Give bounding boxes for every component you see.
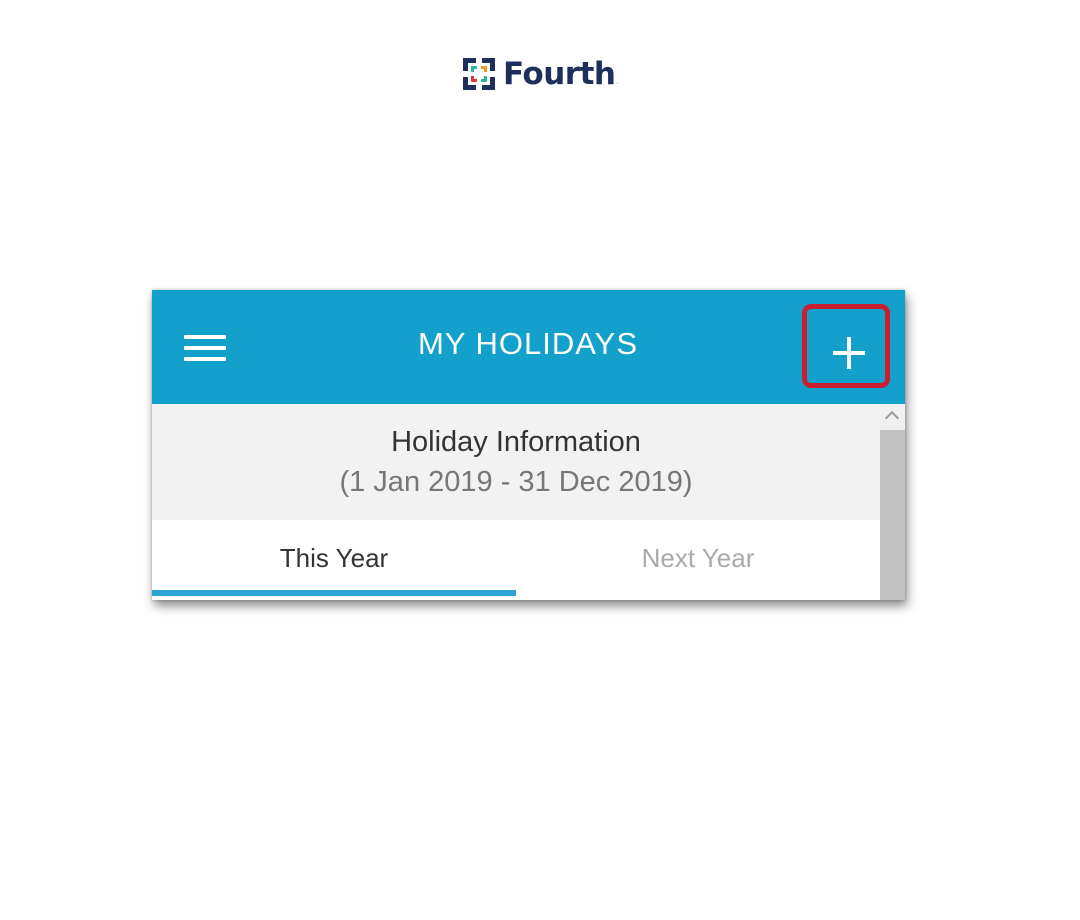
menu-button[interactable] bbox=[182, 330, 228, 364]
tab-label: This Year bbox=[279, 543, 389, 573]
add-holiday-button[interactable] bbox=[824, 328, 874, 378]
tab-this-year[interactable]: This Year bbox=[152, 520, 516, 600]
year-tabs: This Year Next Year bbox=[152, 520, 880, 600]
brand-name: Fourth bbox=[503, 56, 616, 92]
holiday-period: (1 Jan 2019 - 31 Dec 2019) bbox=[339, 466, 693, 498]
scrollbar[interactable] bbox=[880, 404, 905, 600]
selected-tab-indicator bbox=[152, 590, 516, 596]
brand-trademark: . bbox=[616, 80, 619, 86]
plus-icon bbox=[833, 337, 865, 369]
fourth-logo-icon bbox=[463, 58, 495, 90]
chevron-up-icon bbox=[884, 410, 900, 426]
tab-label: Next Year bbox=[641, 543, 755, 573]
app-bar: MY HOLIDAYS bbox=[152, 290, 905, 404]
hamburger-menu-icon bbox=[184, 335, 226, 361]
scrollbar-thumb[interactable] bbox=[880, 430, 905, 600]
fourth-logo: Fourth . bbox=[461, 56, 618, 92]
tab-next-year[interactable]: Next Year bbox=[516, 520, 880, 600]
holiday-info-panel: Holiday Information (1 Jan 2019 - 31 Dec… bbox=[152, 404, 880, 520]
holiday-info-title: Holiday Information bbox=[391, 426, 641, 458]
scroll-up-button[interactable] bbox=[880, 404, 905, 428]
page-title: MY HOLIDAYS bbox=[417, 326, 639, 361]
app-screen: MY HOLIDAYS Holiday Information (1 Jan 2… bbox=[152, 290, 905, 600]
